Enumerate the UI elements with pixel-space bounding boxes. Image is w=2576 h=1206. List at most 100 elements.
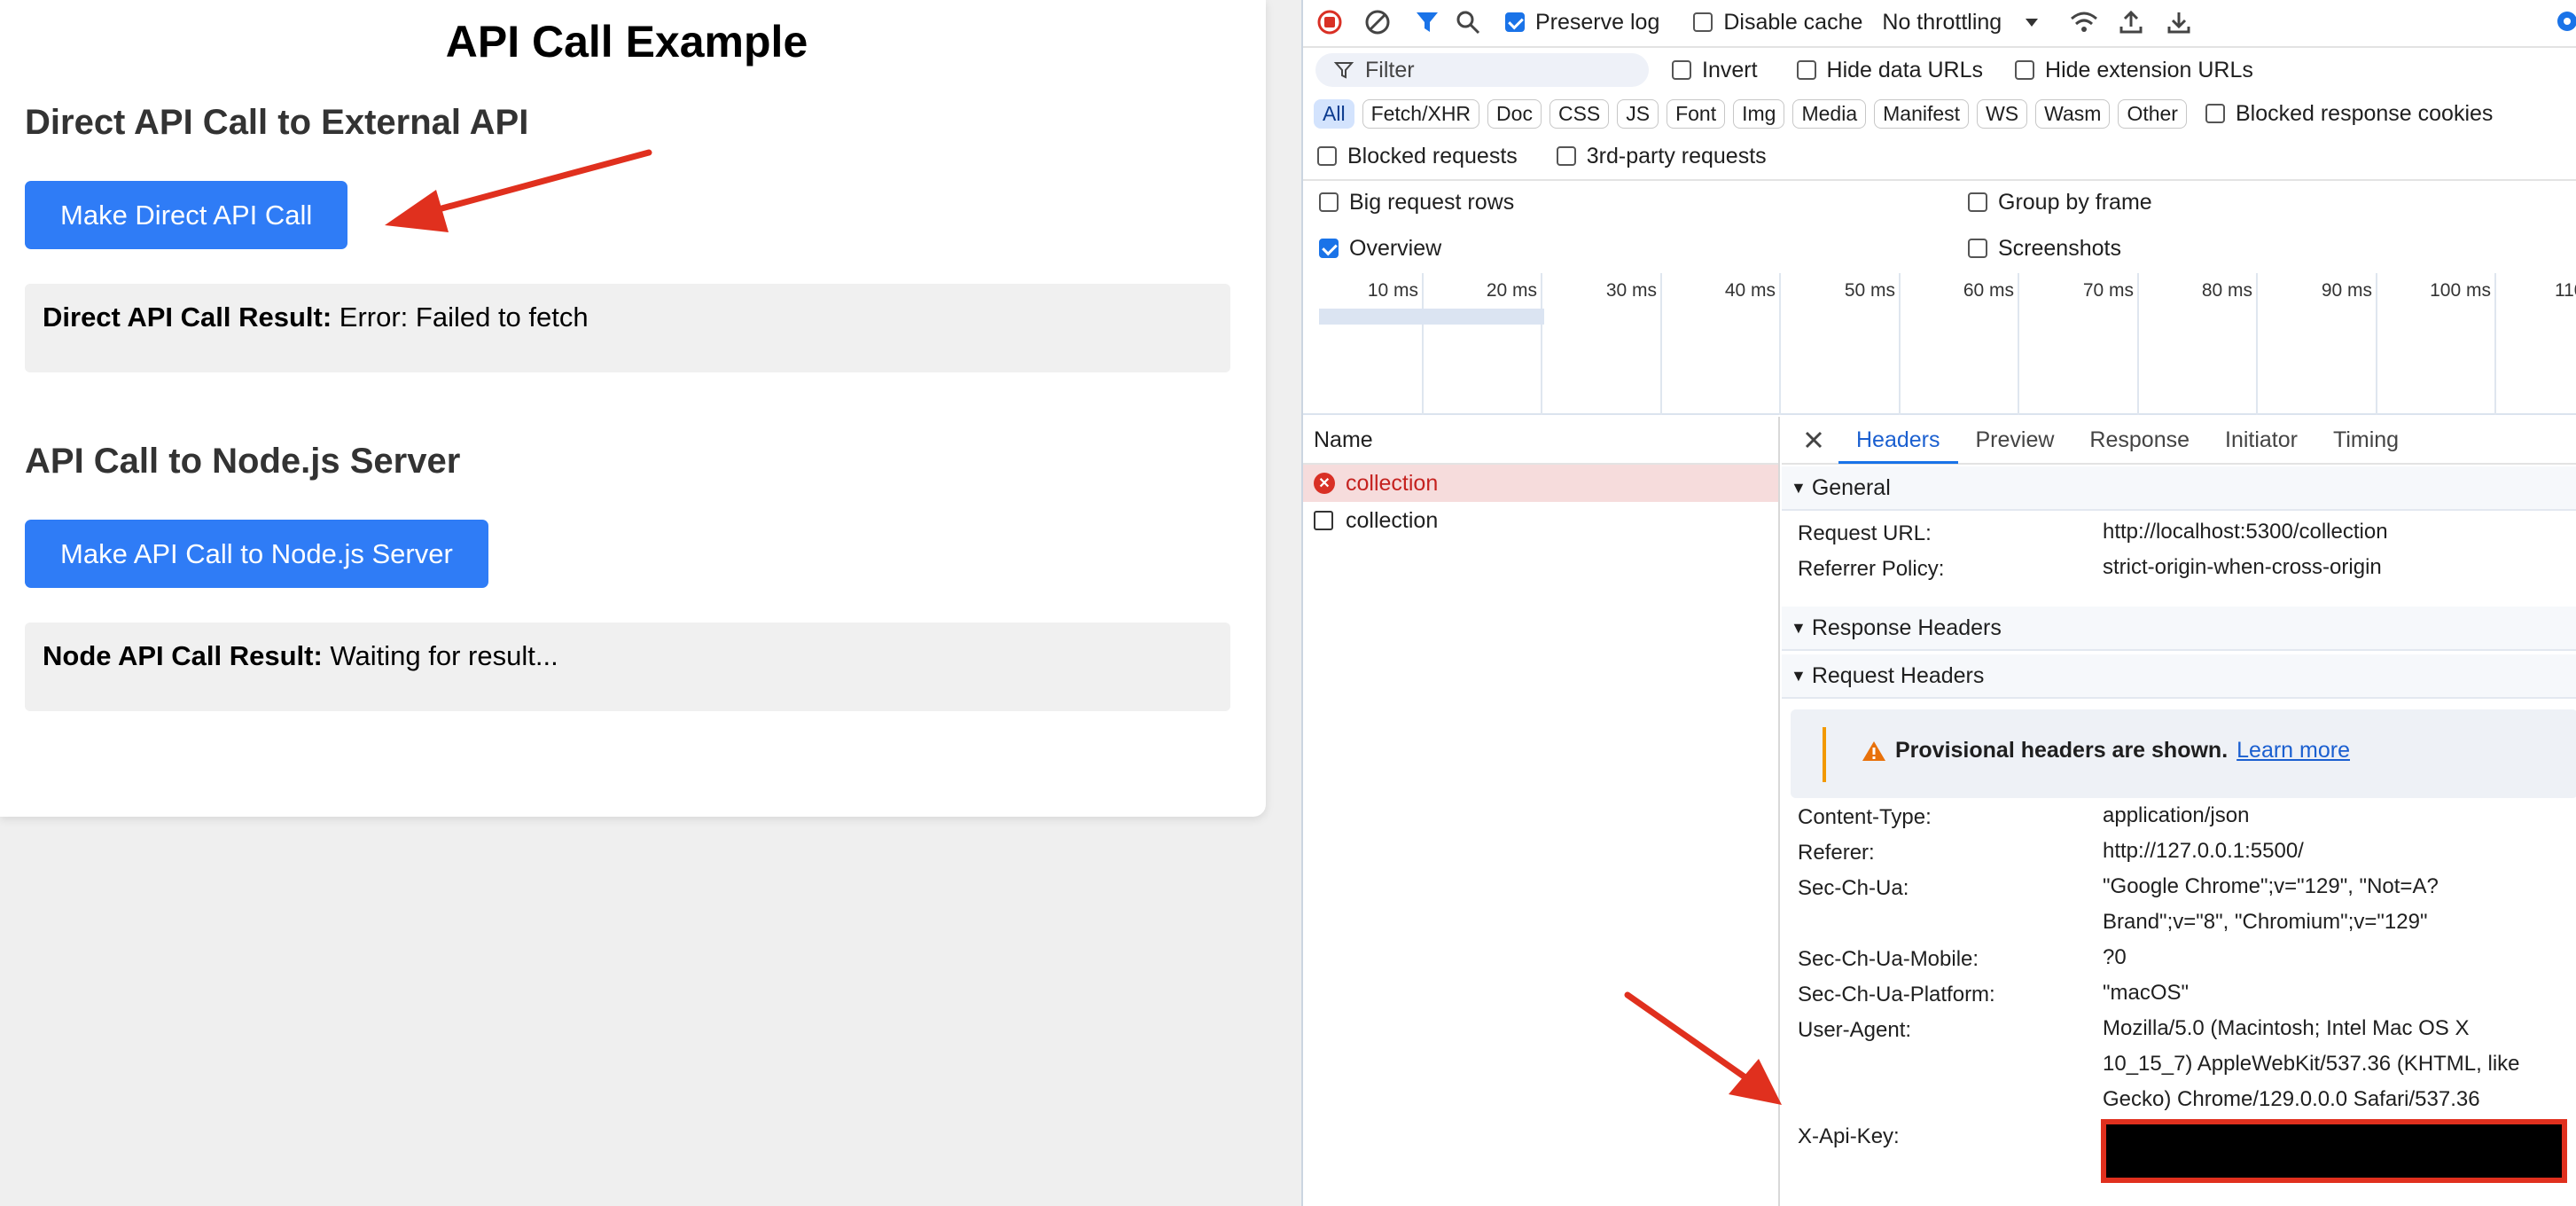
blocked-requests-label: Blocked requests: [1347, 143, 1518, 168]
direct-result-label: Direct API Call Result:: [43, 302, 332, 333]
timeline-request-bar: [1319, 309, 1544, 325]
overview-label: Overview: [1349, 235, 1442, 261]
search-icon[interactable]: [1454, 8, 1482, 36]
request-detail-panel: Headers Preview Response Initiator Timin…: [1782, 417, 2576, 1206]
warning-text: Provisional headers are shown.: [1895, 738, 2229, 763]
timeline-tick: 40 ms: [1725, 273, 1781, 415]
blocked-response-cookies-label: Blocked response cookies: [2235, 100, 2494, 126]
overview-checkbox[interactable]: [1319, 239, 1339, 258]
chip-js[interactable]: JS: [1617, 98, 1659, 129]
document-icon: [1314, 511, 1333, 530]
network-conditions-icon[interactable]: [2069, 8, 2098, 36]
devtools-network-panel: Preserve log Disable cache No throttling: [1301, 0, 2576, 1206]
node-result-value: Waiting for result...: [330, 640, 558, 671]
invert-label: Invert: [1702, 57, 1758, 82]
triangle-down-icon: ▼: [1791, 478, 1807, 497]
disable-cache-label: Disable cache: [1723, 9, 1863, 35]
timeline-tick: 10 ms: [1368, 273, 1424, 415]
hide-data-urls-label: Hide data URLs: [1826, 57, 1984, 82]
tab-timing[interactable]: Timing: [2315, 416, 2416, 464]
timeline-tick: 30 ms: [1606, 273, 1662, 415]
preserve-log-checkbox[interactable]: [1505, 12, 1525, 32]
chip-img[interactable]: Img: [1733, 98, 1785, 129]
page-title: API Call Example: [445, 17, 808, 67]
third-party-requests-checkbox[interactable]: [1556, 146, 1576, 166]
clear-icon[interactable]: [1363, 8, 1392, 36]
chip-fetch-xhr[interactable]: Fetch/XHR: [1362, 98, 1480, 129]
timeline-tick: 100 ms: [2430, 273, 2496, 415]
blocked-requests-checkbox[interactable]: [1317, 146, 1337, 166]
timeline-tick: 90 ms: [2322, 273, 2377, 415]
group-by-frame-label: Group by frame: [1998, 189, 2152, 215]
throttling-select[interactable]: No throttling: [1882, 10, 2002, 35]
record-icon[interactable]: [1315, 8, 1344, 36]
timeline-tick: 20 ms: [1487, 273, 1542, 415]
hide-data-urls-checkbox[interactable]: [1796, 60, 1816, 80]
hide-extension-urls-label: Hide extension URLs: [2045, 57, 2253, 82]
timeline-tick: 80 ms: [2202, 273, 2258, 415]
chip-all[interactable]: All: [1314, 98, 1354, 129]
request-name: collection: [1346, 507, 1439, 533]
chip-css[interactable]: CSS: [1549, 98, 1610, 129]
big-request-rows-label: Big request rows: [1349, 189, 1515, 215]
name-column-header[interactable]: Name: [1303, 417, 1778, 465]
chip-wasm[interactable]: Wasm: [2035, 98, 2111, 129]
export-har-icon[interactable]: [2165, 8, 2193, 36]
learn-more-link[interactable]: Learn more: [2236, 738, 2350, 764]
request-headers-section-header[interactable]: ▼ Request Headers: [1782, 654, 2576, 699]
big-request-rows-checkbox[interactable]: [1319, 192, 1339, 212]
chip-font[interactable]: Font: [1667, 98, 1726, 129]
tab-preview[interactable]: Preview: [1958, 416, 2073, 464]
preserve-log-label: Preserve log: [1535, 9, 1660, 35]
annotation-arrow-icon: [1624, 991, 1782, 1105]
node-result-box: Node API Call Result: Waiting for result…: [25, 623, 1230, 711]
filter-funnel-icon[interactable]: [1413, 8, 1441, 36]
group-by-frame-checkbox[interactable]: [1968, 192, 1987, 212]
triangle-down-icon: ▼: [1791, 618, 1807, 637]
filter-funnel-icon: [1333, 62, 1354, 79]
node-result-label: Node API Call Result:: [43, 640, 323, 671]
chip-ws[interactable]: WS: [1977, 98, 2028, 129]
tab-response[interactable]: Response: [2072, 416, 2207, 464]
request-name: collection: [1346, 470, 1439, 496]
annotation-arrow-icon: [385, 149, 652, 232]
disable-cache-checkbox[interactable]: [1693, 12, 1713, 32]
invert-checkbox[interactable]: [1672, 60, 1691, 80]
general-title: General: [1811, 474, 1891, 500]
web-page: API Call Example Direct API Call to Exte…: [0, 0, 1266, 817]
blocked-response-cookies-checkbox[interactable]: [2205, 104, 2225, 123]
chip-media[interactable]: Media: [1792, 98, 1867, 129]
error-icon: ✕: [1314, 473, 1335, 494]
request-row-failed[interactable]: ✕ collection: [1303, 465, 1778, 502]
triangle-down-icon: ▼: [1791, 666, 1807, 685]
filter-input[interactable]: Filter: [1315, 53, 1649, 87]
timeline-tick: 60 ms: [1963, 273, 2019, 415]
provisional-headers-warning: Provisional headers are shown. Learn mor…: [1791, 709, 2576, 798]
third-party-requests-label: 3rd-party requests: [1586, 143, 1767, 168]
direct-result-box: Direct API Call Result: Error: Failed to…: [25, 284, 1230, 372]
tab-headers[interactable]: Headers: [1838, 416, 1958, 464]
chevron-down-icon[interactable]: [2018, 8, 2046, 36]
make-node-api-call-button[interactable]: Make API Call to Node.js Server: [25, 520, 488, 588]
general-section-header[interactable]: ▼ General: [1782, 466, 2576, 511]
response-headers-section-header[interactable]: ▼ Response Headers: [1782, 607, 2576, 651]
resource-type-filters: All Fetch/XHR Doc CSS JS Font Img Media …: [1314, 98, 2493, 129]
request-row[interactable]: collection: [1303, 502, 1778, 539]
redacted-api-key: [2101, 1119, 2567, 1183]
timeline-tick: 50 ms: [1845, 273, 1901, 415]
screenshots-checkbox[interactable]: [1968, 239, 1987, 258]
settings-gear-icon[interactable]: [2553, 7, 2576, 35]
filter-placeholder: Filter: [1365, 57, 1415, 82]
tab-initiator[interactable]: Initiator: [2207, 416, 2315, 464]
hide-extension-urls-checkbox[interactable]: [2015, 60, 2035, 80]
detail-tabs: Headers Preview Response Initiator Timin…: [1782, 417, 2576, 465]
chip-manifest[interactable]: Manifest: [1874, 98, 1970, 129]
make-direct-api-call-button[interactable]: Make Direct API Call: [25, 181, 348, 249]
direct-result-value: Error: Failed to fetch: [339, 302, 589, 333]
network-overview-timeline[interactable]: 10 ms 20 ms 30 ms 40 ms 50 ms 60 ms 70 m…: [1303, 273, 2576, 415]
chip-doc[interactable]: Doc: [1487, 98, 1542, 129]
import-har-icon[interactable]: [2117, 8, 2145, 36]
close-icon[interactable]: [1799, 426, 1828, 454]
chip-other[interactable]: Other: [2118, 98, 2187, 129]
request-headers-title: Request Headers: [1811, 662, 1985, 688]
